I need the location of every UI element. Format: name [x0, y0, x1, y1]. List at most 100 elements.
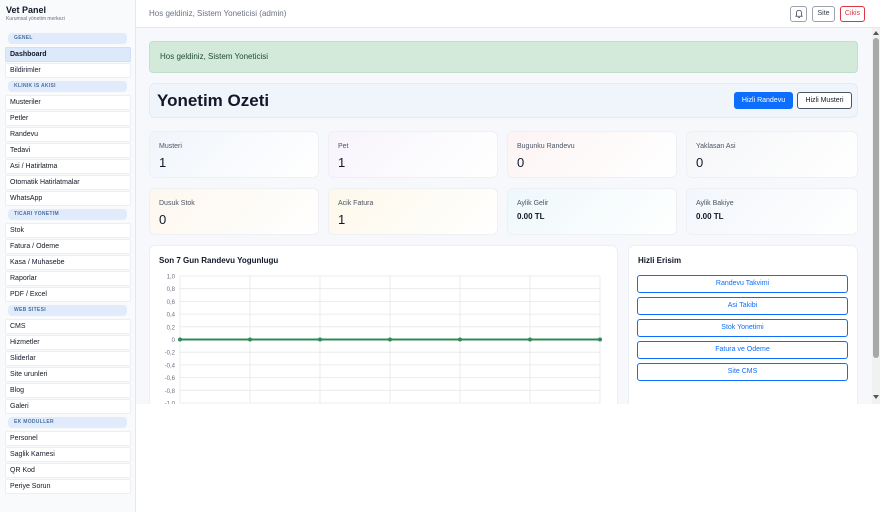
stat-card-bugunku-randevu: Bugunku Randevu 0: [507, 131, 677, 178]
y-tick-label: -0,6: [165, 376, 176, 382]
sidebar-item-sliderlar[interactable]: Sliderlar: [5, 351, 131, 366]
page-background: [136, 404, 880, 512]
sidebar-item-petler[interactable]: Petler: [5, 111, 131, 126]
sidebar-nav: GENEL Dashboard Bildirimler KLINIK IS AKISI…: [0, 33, 135, 494]
topbar: Hos geldiniz, Sistem Yoneticisi (admin) …: [136, 0, 880, 28]
sidebar-item-kasa-muhasebe[interactable]: Kasa / Muhasebe: [5, 255, 131, 270]
stat-value: 0: [159, 212, 167, 227]
y-tick-label: -0,8: [165, 389, 176, 395]
data-point: [248, 337, 252, 342]
stat-value: 0: [696, 155, 704, 170]
stat-label: Dusuk Stok: [159, 200, 195, 207]
notifications-button[interactable]: [790, 6, 807, 22]
sidebar-item-bildirimler[interactable]: Bildirimler: [5, 63, 131, 78]
quick-appointment-button[interactable]: Hizli Randevu: [734, 92, 793, 109]
brand: Vet Panel Kurumsal yönetim merkezi: [0, 0, 135, 30]
sidebar-item-whatsapp[interactable]: WhatsApp: [5, 191, 131, 206]
stat-label: Yaklasan Asi: [696, 143, 736, 150]
stat-card-dusuk-stok: Dusuk Stok 0: [149, 188, 319, 235]
stat-card-aylik-gelir: Aylik Gelir 0.00 TL: [507, 188, 677, 235]
y-tick-label: 0,6: [167, 300, 176, 306]
scrollbar[interactable]: [872, 28, 880, 404]
bell-icon: [794, 9, 803, 18]
y-tick-label: 1,0: [167, 275, 176, 281]
page-header: Yonetim Ozeti Hizli Randevu Hizli Muster…: [149, 83, 858, 118]
quick-access-title: Hizli Erisim: [638, 256, 682, 265]
sidebar-section-ticari-yonetim: TICARI YONETIM: [8, 209, 127, 220]
brand-title: Vet Panel: [6, 5, 47, 15]
sidebar-item-raporlar[interactable]: Raporlar: [5, 271, 131, 286]
sidebar-item-site-urunleri[interactable]: Site urunleri: [5, 367, 131, 382]
sidebar-item-randevu[interactable]: Randevu: [5, 127, 131, 142]
stat-value: 0.00 TL: [696, 212, 724, 221]
quick-link-site-cms[interactable]: Site CMS: [637, 363, 848, 381]
sidebar-item-stok[interactable]: Stok: [5, 223, 131, 238]
chart-card: Son 7 Gun Randevu Yogunlugu 1,0 0,8 0,6 0,4…: [149, 245, 618, 404]
sidebar-section-ek-moduller: EK MODULLER: [8, 417, 127, 428]
sidebar-section-web-sitesi: WEB SITESI: [8, 305, 127, 316]
sidebar-item-periye-sorun[interactable]: Periye Sorun: [5, 479, 131, 494]
page-title: Yonetim Ozeti: [157, 91, 270, 110]
sidebar-item-asi-hatirlatma[interactable]: Asi / Hatirlatma: [5, 159, 131, 174]
site-button[interactable]: Site: [812, 6, 835, 22]
stat-label: Bugunku Randevu: [517, 143, 575, 150]
main-content: Hos geldiniz, Sistem Yoneticisi Yonetim …: [136, 28, 872, 404]
quick-link-asi-takibi[interactable]: Asi Takibi: [637, 297, 848, 315]
logout-button[interactable]: Cikis: [840, 6, 865, 22]
sidebar-item-cms[interactable]: CMS: [5, 319, 131, 334]
welcome-alert: Hos geldiniz, Sistem Yoneticisi: [149, 41, 858, 73]
y-tick-label: 0: [172, 338, 176, 344]
stat-label: Pet: [338, 143, 349, 150]
quick-access-card: Hizli Erisim Randevu Takvimi Asi Takibi St…: [628, 245, 858, 404]
sidebar-item-fatura-odeme[interactable]: Fatura / Odeme: [5, 239, 131, 254]
stat-label: Aylik Gelir: [517, 200, 549, 207]
stat-label: Musteri: [159, 143, 182, 150]
sidebar-item-tedavi[interactable]: Tedavi: [5, 143, 131, 158]
data-point: [598, 337, 602, 342]
data-point: [318, 337, 322, 342]
sidebar-item-qr-kod[interactable]: QR Kod: [5, 463, 131, 478]
data-point: [388, 337, 392, 342]
stat-value: 1: [159, 155, 167, 170]
y-tick-label: 0,8: [167, 287, 176, 293]
stat-label: Aylik Bakiye: [696, 200, 734, 207]
y-tick-label: 0,4: [167, 313, 176, 319]
sidebar: Vet Panel Kurumsal yönetim merkezi GENEL…: [0, 0, 136, 512]
stat-card-yaklasan-asi: Yaklasan Asi 0: [686, 131, 858, 178]
quick-link-randevu-takvimi[interactable]: Randevu Takvimi: [637, 275, 848, 293]
sidebar-section-klinik-is-akisi: KLINIK IS AKISI: [8, 81, 127, 92]
sidebar-item-galeri[interactable]: Galeri: [5, 399, 131, 414]
data-point: [528, 337, 532, 342]
stat-label: Acik Fatura: [338, 200, 374, 207]
stat-value: 0.00 TL: [517, 212, 545, 221]
sidebar-item-pdf-excel[interactable]: PDF / Excel: [5, 287, 131, 302]
sidebar-item-blog[interactable]: Blog: [5, 383, 131, 398]
stat-value: 1: [338, 155, 346, 170]
stat-card-aylik-bakiye: Aylik Bakiye 0.00 TL: [686, 188, 858, 235]
sidebar-item-otomatik-hatirlatmalar[interactable]: Otomatik Hatirlatmalar: [5, 175, 131, 190]
stat-card-acik-fatura: Acik Fatura 1: [328, 188, 498, 235]
brand-subtitle: Kurumsal yönetim merkezi: [6, 16, 65, 22]
scroll-up-icon[interactable]: [873, 31, 879, 35]
appointment-density-chart: 1,00,80,60,40,20-0,2-0,4-0,6-0,8-1,0: [165, 275, 602, 404]
quick-customer-button[interactable]: Hizli Musteri: [797, 92, 852, 109]
stat-card-pet: Pet 1: [328, 131, 498, 178]
sidebar-item-personel[interactable]: Personel: [5, 431, 131, 446]
welcome-text: Hos geldiniz, Sistem Yoneticisi (admin): [149, 9, 287, 18]
sidebar-item-dashboard[interactable]: Dashboard: [5, 47, 131, 62]
stat-value: 1: [338, 212, 346, 227]
scroll-down-icon[interactable]: [873, 395, 879, 399]
sidebar-item-musteriler[interactable]: Musteriler: [5, 95, 131, 110]
y-tick-label: -0,2: [165, 351, 176, 357]
y-tick-label: 0,2: [167, 325, 176, 331]
stat-card-musteri: Musteri 1: [149, 131, 319, 178]
sidebar-item-saglik-karnesi[interactable]: Saglik Karnesi: [5, 447, 131, 462]
data-point: [178, 337, 182, 342]
sidebar-item-hizmetler[interactable]: Hizmetler: [5, 335, 131, 350]
scroll-thumb[interactable]: [873, 38, 879, 358]
quick-link-fatura-ve-odeme[interactable]: Fatura ve Odeme: [637, 341, 848, 359]
y-tick-label: -0,4: [165, 363, 176, 369]
quick-link-stok-yonetimi[interactable]: Stok Yonetimi: [637, 319, 848, 337]
stat-value: 0: [517, 155, 525, 170]
data-point: [458, 337, 462, 342]
